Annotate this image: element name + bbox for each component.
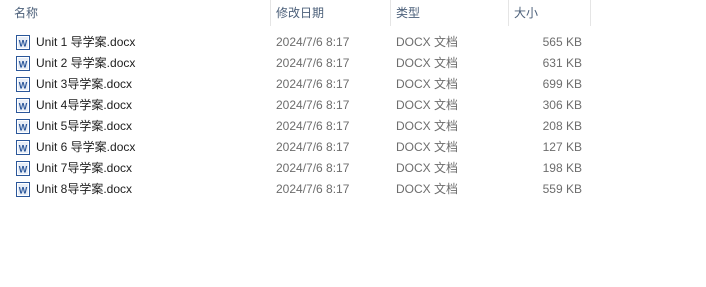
- file-type: DOCX 文档: [396, 140, 459, 154]
- word-document-icon: W: [16, 140, 30, 155]
- file-row[interactable]: W Unit 2 导学案.docx 2024/7/6 8:17 DOCX 文档 …: [8, 53, 592, 74]
- file-row[interactable]: W Unit 5导学案.docx 2024/7/6 8:17 DOCX 文档 2…: [8, 116, 592, 137]
- sort-ascending-icon: ⌃: [135, 0, 143, 4]
- file-row[interactable]: W Unit 7导学案.docx 2024/7/6 8:17 DOCX 文档 1…: [8, 158, 592, 179]
- file-type: DOCX 文档: [396, 119, 459, 133]
- file-size: 565 KB: [542, 35, 582, 49]
- svg-text:W: W: [19, 144, 28, 154]
- column-header-size[interactable]: 大小: [508, 0, 590, 26]
- file-row[interactable]: W Unit 6 导学案.docx 2024/7/6 8:17 DOCX 文档 …: [8, 137, 592, 158]
- file-name: Unit 5导学案.docx: [36, 119, 133, 133]
- word-document-icon: W: [16, 119, 30, 134]
- column-header-type[interactable]: 类型: [390, 0, 508, 26]
- file-name: Unit 6 导学案.docx: [36, 140, 136, 154]
- file-name: Unit 7导学案.docx: [36, 161, 133, 175]
- file-row[interactable]: W Unit 4导学案.docx 2024/7/6 8:17 DOCX 文档 3…: [8, 95, 592, 116]
- svg-text:W: W: [19, 186, 28, 196]
- word-document-icon: W: [16, 56, 30, 71]
- file-name: Unit 1 导学案.docx: [36, 35, 136, 49]
- file-type: DOCX 文档: [396, 56, 459, 70]
- svg-text:W: W: [19, 39, 28, 49]
- file-date: 2024/7/6 8:17: [276, 56, 350, 70]
- file-type: DOCX 文档: [396, 161, 459, 175]
- file-name: Unit 4导学案.docx: [36, 98, 133, 112]
- file-type: DOCX 文档: [396, 182, 459, 196]
- svg-text:W: W: [19, 81, 28, 91]
- file-name: Unit 2 导学案.docx: [36, 56, 136, 70]
- column-header-date[interactable]: 修改日期: [270, 0, 390, 26]
- svg-text:W: W: [19, 102, 28, 112]
- file-date: 2024/7/6 8:17: [276, 161, 350, 175]
- file-date: 2024/7/6 8:17: [276, 140, 350, 154]
- file-name: Unit 3导学案.docx: [36, 77, 133, 91]
- file-row[interactable]: W Unit 3导学案.docx 2024/7/6 8:17 DOCX 文档 6…: [8, 74, 592, 95]
- svg-text:W: W: [19, 165, 28, 175]
- file-date: 2024/7/6 8:17: [276, 77, 350, 91]
- svg-text:W: W: [19, 123, 28, 133]
- file-date: 2024/7/6 8:17: [276, 98, 350, 112]
- file-type: DOCX 文档: [396, 35, 459, 49]
- file-size: 631 KB: [542, 56, 582, 70]
- file-size: 127 KB: [542, 140, 582, 154]
- file-name: Unit 8导学案.docx: [36, 182, 133, 196]
- file-row[interactable]: W Unit 1 导学案.docx 2024/7/6 8:17 DOCX 文档 …: [8, 32, 592, 53]
- file-size: 208 KB: [542, 119, 582, 133]
- word-document-icon: W: [16, 35, 30, 50]
- file-size: 559 KB: [542, 182, 582, 196]
- file-type: DOCX 文档: [396, 98, 459, 112]
- word-document-icon: W: [16, 182, 30, 197]
- file-date: 2024/7/6 8:17: [276, 182, 350, 196]
- file-date: 2024/7/6 8:17: [276, 35, 350, 49]
- column-divider[interactable]: [590, 0, 591, 26]
- column-header-bar: 名称 ⌃ 修改日期 类型 大小: [0, 0, 706, 26]
- word-document-icon: W: [16, 161, 30, 176]
- file-size: 699 KB: [542, 77, 582, 91]
- file-date: 2024/7/6 8:17: [276, 119, 350, 133]
- svg-text:W: W: [19, 60, 28, 70]
- word-document-icon: W: [16, 77, 30, 92]
- file-type: DOCX 文档: [396, 77, 459, 91]
- word-document-icon: W: [16, 98, 30, 113]
- file-size: 198 KB: [542, 161, 582, 175]
- file-row[interactable]: W Unit 8导学案.docx 2024/7/6 8:17 DOCX 文档 5…: [8, 179, 592, 200]
- file-list-view: 名称 ⌃ 修改日期 类型 大小 W Unit 1 导学案.docx 2024/7…: [0, 0, 706, 287]
- file-size: 306 KB: [542, 98, 582, 112]
